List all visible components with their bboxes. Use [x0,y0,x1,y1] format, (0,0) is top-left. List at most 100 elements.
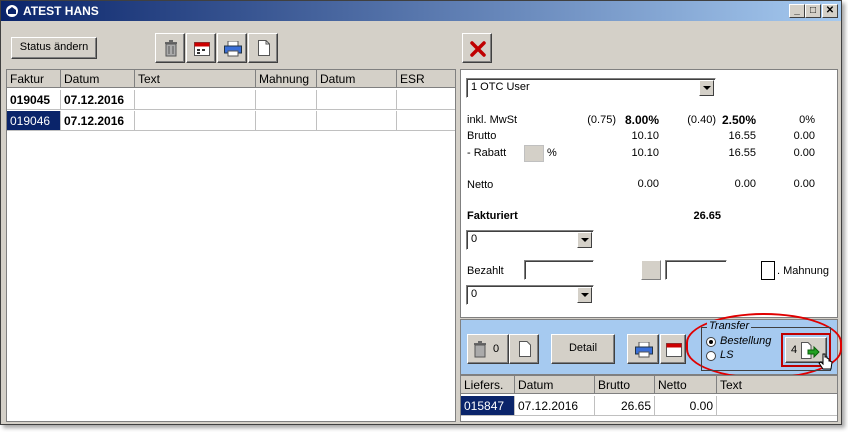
chevron-down-icon[interactable] [577,287,592,303]
delivery-print-button[interactable] [627,334,659,364]
print-button[interactable] [217,33,247,63]
trash-count: 0 [493,343,500,355]
bezahlt-input[interactable] [524,260,594,280]
cell-netto: 0.00 [655,396,717,416]
app-icon [5,4,19,18]
column-header-datum[interactable]: Datum [61,70,135,88]
column-header-esr[interactable]: ESR [397,70,455,88]
netto-value-3: 0.00 [793,178,815,190]
column-header-brutto[interactable]: Brutto [595,376,655,394]
brutto-label: Brutto [467,130,497,142]
column-header-faktur[interactable]: Faktur [7,70,61,88]
rabatt-value-1: 10.10 [631,147,659,159]
window-title: ATEST HANS [23,4,99,18]
transfer-title: Transfer [707,320,752,332]
bezahlt-picker-button[interactable] [641,260,661,280]
column-header-liefers[interactable]: Liefers. [461,376,515,394]
calendar-icon [194,42,210,59]
fakturiert-label: Fakturiert [467,210,518,222]
tax3-rate: 0% [799,114,815,126]
printer-icon [635,341,653,361]
column-header-netto[interactable]: Netto [655,376,717,394]
new-document-button[interactable] [248,33,278,63]
cell-esr [397,111,455,131]
transfer-count: 4 [791,344,798,356]
delivery-delete-button[interactable]: 0 [467,334,509,364]
column-header-text[interactable]: Text [135,70,256,88]
calendar-icon [666,343,682,360]
cell-mahnung [256,90,317,110]
cell-datum: 07.12.2016 [61,111,135,131]
document-icon [258,40,270,59]
radio-bestellung[interactable] [706,337,716,347]
bezahlt-date-input[interactable] [665,260,727,280]
rabatt-label: - Rabatt [467,147,507,159]
column-header-text[interactable]: Text [717,376,837,394]
column-header-mahnung[interactable]: Mahnung [256,70,317,88]
cell-liefers: 015847 [461,396,515,416]
mahnung-label: . Mahnung [777,265,829,277]
netto-value-1: 0.00 [637,178,659,190]
invoice-list[interactable]: Faktur Datum Text Mahnung Datum ESR 0190… [6,69,456,422]
mwst-label: inkl. MwSt [467,114,518,126]
tax2-rate: 2.50% [721,113,756,127]
tax1-amount: (0.75) [587,114,616,126]
tax1-rate: 8.00% [624,113,659,127]
cell-esr [397,90,455,110]
app-window: ATEST HANS _ □ ✕ Status ändern Faktur Da… [0,0,842,425]
cancel-button[interactable] [462,33,492,63]
trash-icon [164,40,178,60]
mouse-cursor-icon [818,353,834,376]
radio-bestellung-label: Bestellung [720,335,772,347]
delete-button[interactable] [155,33,185,63]
brutto-value-3: 0.00 [793,130,815,142]
red-x-icon [470,41,486,60]
cell-datum-2 [317,90,397,110]
title-bar[interactable]: ATEST HANS _ □ ✕ [1,1,841,21]
detail-button[interactable]: Detail [551,334,615,364]
mahnung-checkbox[interactable] [761,261,775,280]
rabatt-input[interactable] [524,145,544,162]
trash-icon [473,341,487,361]
user-select[interactable]: 1 OTC User [466,78,716,98]
netto-label: Netto [467,179,494,191]
invoice-detail-panel: 1 OTC User inkl. MwSt (0.75) 8.00% (0.40… [460,69,838,318]
printer-icon [224,40,242,60]
column-header-datum-2[interactable]: Datum [317,70,397,88]
cell-faktur: 019046 [7,111,61,131]
cell-datum: 07.12.2016 [61,90,135,110]
cell-text [135,90,256,110]
status-combo-1[interactable]: 0 [466,230,594,250]
chevron-down-icon[interactable] [699,80,714,96]
cell-faktur: 019045 [7,90,61,110]
delivery-new-document-button[interactable] [509,334,539,364]
cell-text [135,111,256,131]
bezahlt-label: Bezahlt [467,265,504,277]
tax2-amount: (0.40) [687,114,716,126]
rabatt-value-3: 0.00 [793,147,815,159]
delivery-calendar-button[interactable] [660,334,686,364]
delivery-list[interactable]: Liefers. Datum Brutto Netto Text 015847 … [460,375,838,422]
radio-ls[interactable] [706,351,716,361]
brutto-value-1: 10.10 [631,130,659,142]
status-combo-2[interactable]: 0 [466,285,594,305]
column-header-datum[interactable]: Datum [515,376,595,394]
close-window-button[interactable]: ✕ [822,4,838,18]
netto-value-2: 0.00 [734,178,756,190]
minimize-button[interactable]: _ [789,4,805,18]
calendar-button[interactable] [186,33,216,63]
cell-text [717,396,837,416]
cell-brutto: 26.65 [595,396,655,416]
document-icon [519,341,531,360]
brutto-value-2: 16.55 [728,130,756,142]
status-change-button[interactable]: Status ändern [11,37,97,59]
cell-datum: 07.12.2016 [515,396,595,416]
cell-mahnung [256,111,317,131]
radio-ls-label: LS [720,349,734,361]
maximize-button[interactable]: □ [805,4,821,18]
fakturiert-value: 26.65 [693,210,721,222]
rabatt-unit: % [547,147,557,159]
cell-datum-2 [317,111,397,131]
chevron-down-icon[interactable] [577,232,592,248]
rabatt-value-2: 16.55 [728,147,756,159]
